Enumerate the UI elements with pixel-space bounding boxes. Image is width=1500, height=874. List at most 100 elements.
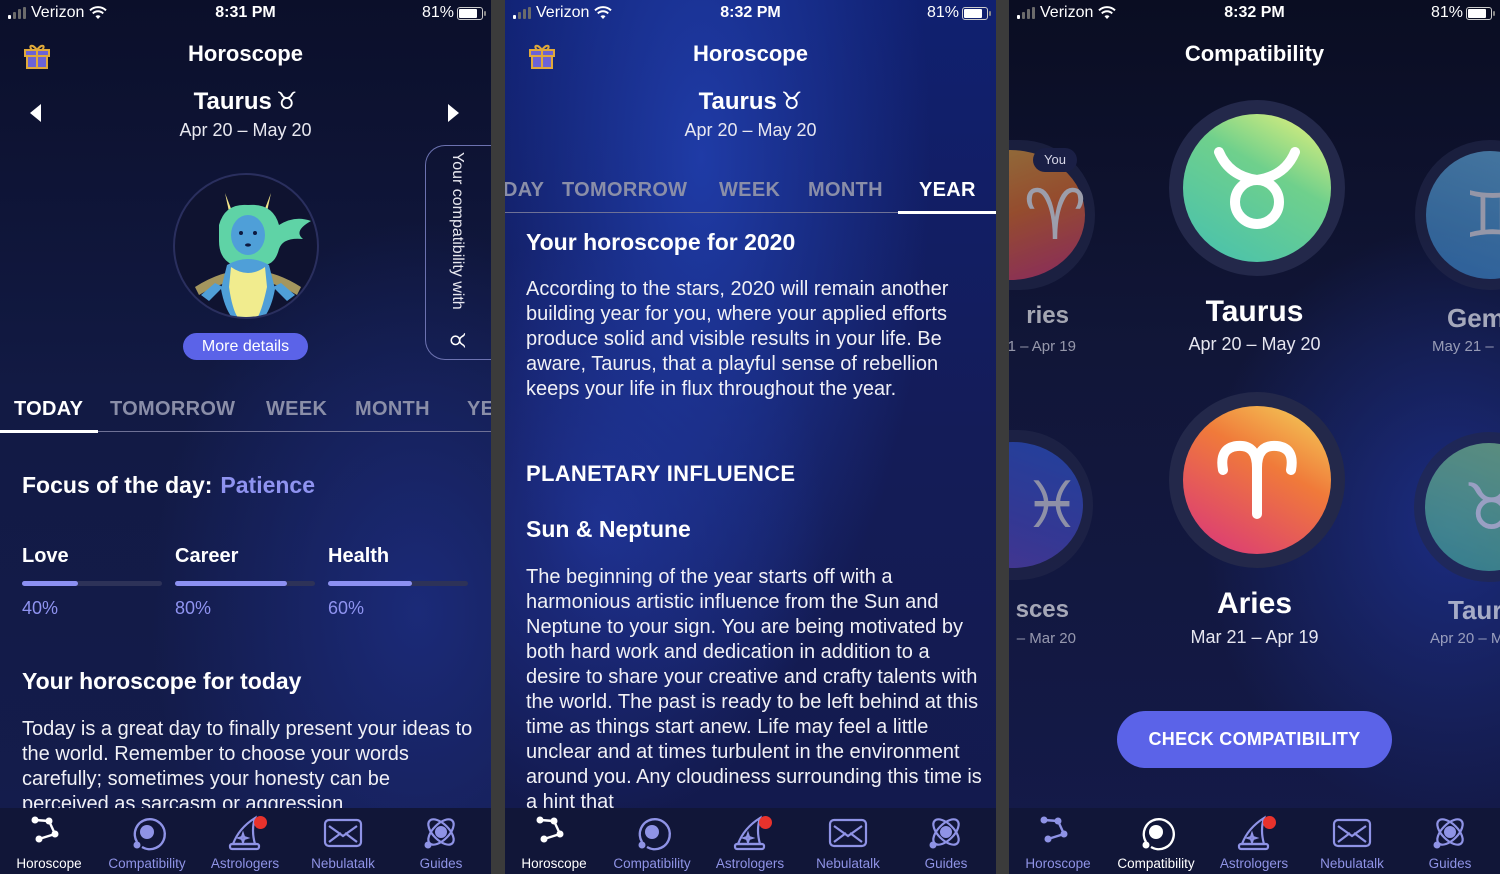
zodiac-dates: Apr 20 – May 20 (1188, 334, 1321, 354)
tab-today[interactable]: DAY (505, 179, 544, 202)
tab-week[interactable]: WEEK (719, 179, 780, 202)
zodiac-name: Gem (1447, 303, 1500, 333)
compatibility-side-tab[interactable]: Your compatibility with ♉︎ (425, 145, 491, 360)
tab-week[interactable]: WEEK (266, 398, 327, 421)
zodiac-name: Taurus (1205, 295, 1304, 328)
nav-label: Nebulatalk (1320, 856, 1384, 871)
zodiac-name: Aries (1216, 587, 1293, 620)
compatibility-tab-label: Your compatibility with (449, 152, 466, 310)
nav-nebulatalk[interactable]: Nebulatalk (799, 814, 897, 871)
meter-fill (328, 581, 412, 586)
bottom-nav: Horoscope Compatibility Astrologers Nebu… (0, 808, 491, 874)
nav-astrologers[interactable]: Astrologers (1205, 814, 1303, 871)
focus-of-the-day: Focus of the day: Patience (22, 472, 315, 499)
nav-compatibility[interactable]: Compatibility (603, 814, 701, 871)
planet-pair-heading: Sun & Neptune (526, 516, 691, 542)
nav-compatibility[interactable]: Compatibility (98, 814, 196, 871)
orbit-icon (1142, 818, 1175, 851)
meter-track (22, 581, 162, 586)
active-tab-indicator (0, 430, 98, 433)
sign-header: Taurus ♉︎ Apr 20 – May 20 (505, 87, 996, 141)
orbit-icon (638, 818, 671, 851)
tab-tomorrow[interactable]: TOMORROW (562, 179, 687, 202)
health-meter: Health 60% (328, 545, 468, 619)
sign-name: Taurus (698, 88, 777, 115)
zodiac-name: Taur (1448, 595, 1500, 625)
pisces-glyph-icon: ♓︎ (1023, 468, 1081, 541)
nav-astrologers[interactable]: Astrologers (701, 814, 799, 871)
aries-glyph-icon: ♈︎ (1023, 176, 1087, 254)
clock: 8:32 PM (1224, 4, 1285, 21)
envelope-icon (323, 818, 363, 848)
planetary-influence-heading: PLANETARY INFLUENCE (526, 461, 796, 486)
focus-value: Patience (220, 472, 316, 498)
tab-month[interactable]: MONTH (355, 398, 430, 421)
meter-percent: 80% (175, 598, 212, 618)
battery-percent: 81% (926, 4, 959, 21)
meter-track (175, 581, 315, 586)
nav-label: Guides (924, 856, 968, 871)
zodiac-dates: Mar 21 – Apr 19 (1190, 627, 1319, 647)
active-tab-indicator (898, 211, 996, 214)
tab-today[interactable]: TODAY (14, 398, 83, 421)
nav-guides[interactable]: Guides (897, 814, 995, 871)
bottom-nav: Horoscope Compatibility Astrologers Nebu… (505, 808, 996, 874)
planetary-influence-body: The beginning of the year starts off wit… (526, 566, 982, 813)
nav-guides[interactable]: Guides (392, 814, 490, 871)
year-horoscope-intro: According to the stars, 2020 will remain… (526, 278, 949, 400)
nav-label: Guides (1428, 856, 1472, 871)
meter-percent: 40% (22, 598, 59, 618)
taurus-glyph-icon: ♉︎ (780, 88, 803, 115)
taurus-glyph-icon: ♉︎ (445, 331, 468, 350)
period-tabs: DAY TOMORROW WEEK MONTH YEAR (505, 173, 996, 214)
horoscope-today-screen: Verizon 8:31 PM 81% Horoscope Taurus ♉︎ A… (0, 0, 491, 874)
horoscope-heading: Your horoscope for today (22, 668, 302, 694)
nav-nebulatalk[interactable]: Nebulatalk (1303, 814, 1401, 871)
constellation-icon (1040, 816, 1068, 843)
tab-month[interactable]: MONTH (808, 179, 883, 202)
taurus-glyph-icon: ♉︎ (275, 88, 298, 115)
taurus-sign-card-partial[interactable]: ♉︎ (1414, 432, 1500, 582)
nav-horoscope[interactable]: Horoscope (505, 814, 603, 871)
tab-tomorrow[interactable]: TOMORROW (110, 398, 235, 421)
constellation-icon (31, 816, 59, 843)
love-meter: Love 40% (22, 545, 162, 619)
status-bar: Verizon 8:32 PM 81% (1009, 0, 1500, 28)
atom-icon (424, 818, 455, 849)
nav-label: Astrologers (210, 856, 280, 871)
nav-horoscope[interactable]: Horoscope (0, 814, 98, 871)
period-tabs: TODAY TOMORROW WEEK MONTH YE (0, 392, 491, 433)
envelope-icon (1332, 818, 1372, 848)
taurus-character-icon (195, 193, 311, 317)
nav-label: Compatibility (1117, 856, 1195, 871)
page-title: Horoscope (188, 41, 303, 66)
notification-dot (1263, 816, 1276, 829)
constellation-icon (536, 816, 564, 843)
check-compatibility-button[interactable]: CHECK COMPATIBILITY (1117, 711, 1392, 768)
more-details-button[interactable]: More details (183, 333, 308, 360)
gemini-sign-card-partial[interactable]: ♊︎ (1415, 140, 1500, 290)
orbit-icon (133, 818, 166, 851)
tab-year[interactable]: YE (467, 398, 491, 421)
aries-sign-card[interactable] (1169, 392, 1345, 568)
sign-header: Taurus ♉︎ Apr 20 – May 20 (0, 87, 491, 141)
tab-year[interactable]: YEAR (919, 179, 976, 202)
nav-compatibility[interactable]: Compatibility (1107, 814, 1205, 871)
aries-glyph-icon (1217, 440, 1297, 519)
meter-label: Health (328, 545, 390, 567)
taurus-sign-card[interactable] (1169, 100, 1345, 276)
pisces-sign-card-partial[interactable]: ♓︎ (1009, 430, 1093, 580)
sign-dates: Apr 20 – May 20 (684, 120, 817, 140)
nav-label: Astrologers (1219, 856, 1289, 871)
battery-percent: 81% (1430, 4, 1463, 21)
nav-astrologers[interactable]: Astrologers (196, 814, 294, 871)
nav-guides[interactable]: Guides (1401, 814, 1499, 871)
bottom-nav: Horoscope Compatibility Astrologers Nebu… (1009, 808, 1500, 874)
clock: 8:32 PM (720, 4, 781, 21)
nav-label: Astrologers (715, 856, 785, 871)
nav-nebulatalk[interactable]: Nebulatalk (294, 814, 392, 871)
screen-divider (491, 0, 505, 874)
nav-horoscope[interactable]: Horoscope (1009, 814, 1107, 871)
envelope-icon (828, 818, 868, 848)
gemini-glyph-icon: ♊︎ (1464, 178, 1500, 251)
